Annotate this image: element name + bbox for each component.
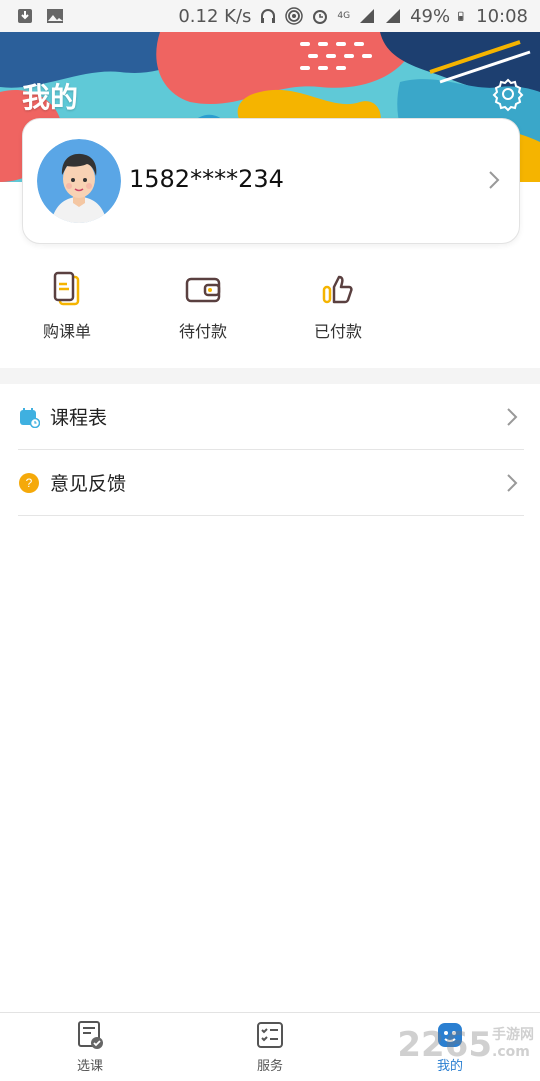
menu-label: 课程表 [50,407,108,429]
action-label: 购课单 [42,322,91,341]
status-bar: 0.12 K/s 4G 49% 10:08 [0,0,540,32]
chevron-right-icon [507,473,518,492]
section-divider [0,368,540,384]
order-actions: 购课单 待付款 已付款 [0,270,540,342]
user-avatar-icon [37,139,121,223]
clock: 10:08 [476,5,528,27]
hotspot-icon [285,7,304,25]
service-checklist-icon [257,1022,283,1048]
tab-service[interactable]: 服务 [225,1019,315,1074]
alarm-icon [313,10,328,24]
thumbs-up-icon [322,275,353,304]
network-speed: 0.12 K/s [178,5,252,27]
paid-button[interactable]: 已付款 [283,270,393,342]
pending-payment-button[interactable]: 待付款 [148,270,258,342]
menu-list: 课程表 ? 意见反馈 [0,384,540,516]
profile-card[interactable]: 1582****234 [22,118,520,244]
course-list-icon [53,271,80,306]
avatar [37,139,121,223]
watermark: 2265 手游网 .com [397,1024,534,1065]
download-icon [18,9,32,23]
question-icon: ? [19,472,39,493]
select-course-icon [78,1021,103,1049]
course-list-button[interactable]: 购课单 [12,270,122,342]
menu-label: 意见反馈 [50,473,127,495]
signal-icon-2 [386,9,401,23]
action-label: 待付款 [178,322,227,341]
nav-label: 选课 [76,1059,103,1074]
watermark-domain: .com [492,1044,530,1060]
signal-icon [360,9,375,23]
headphones-icon [261,9,276,23]
menu-item-feedback[interactable]: ? 意见反馈 [18,450,524,516]
gear-icon [492,78,524,112]
settings-button[interactable] [490,76,526,112]
battery-icon [458,11,464,21]
network-type: 4G [337,11,351,21]
menu-item-schedule[interactable]: 课程表 [18,384,524,450]
calendar-icon [20,407,40,428]
image-icon [47,9,63,23]
watermark-suffix: 手游网 [492,1027,534,1043]
nav-label: 服务 [256,1059,283,1074]
chevron-right-icon [507,407,518,426]
action-label: 已付款 [313,322,362,341]
user-phone: 1582****234 [129,165,284,193]
page-title: 我的 [22,81,79,114]
chevron-right-icon [489,171,500,189]
wallet-icon [185,277,221,303]
watermark-number: 2265 [397,1025,492,1065]
svg-text:?: ? [26,476,33,490]
battery-percent: 49% [410,5,451,27]
tab-select-course[interactable]: 选课 [45,1019,135,1074]
